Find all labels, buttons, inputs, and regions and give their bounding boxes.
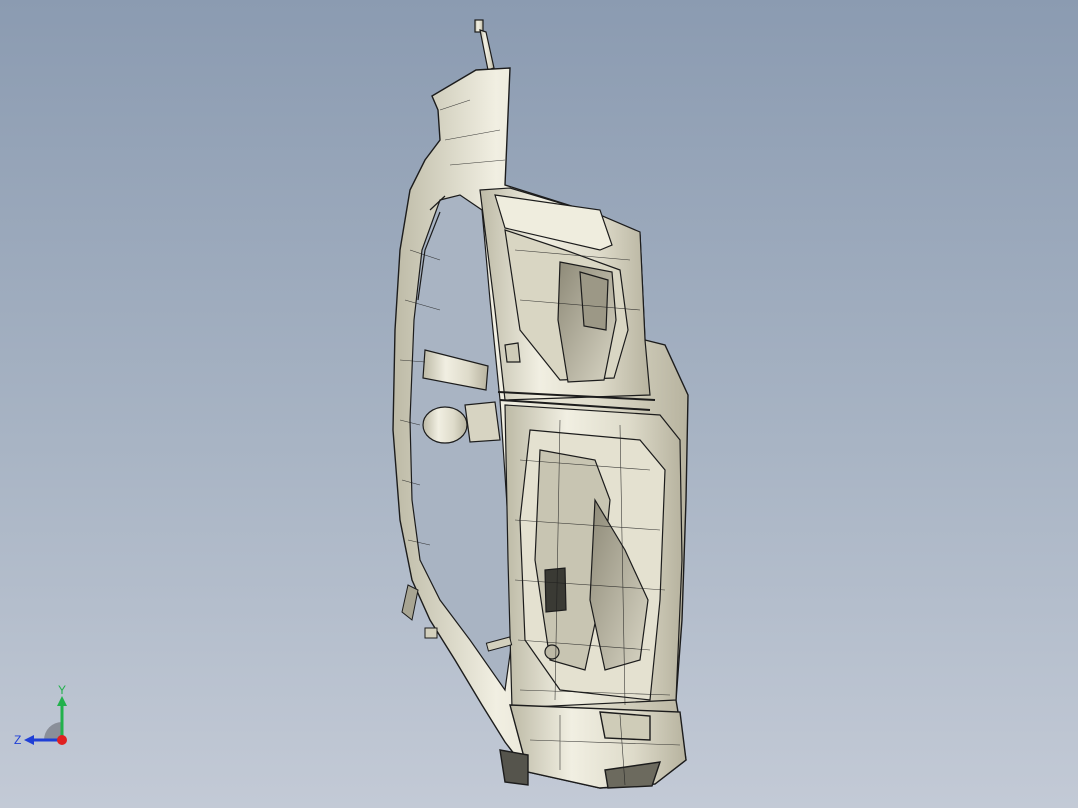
- cad-3d-viewport[interactable]: Y Z: [0, 0, 1078, 808]
- y-axis-arrow-icon: [57, 696, 67, 706]
- z-axis-label: Z: [14, 733, 21, 747]
- y-axis-label: Y: [58, 684, 66, 697]
- z-axis-arrow-icon: [24, 735, 34, 745]
- front-door-lower: [504, 404, 683, 709]
- car-body-side-panel-model[interactable]: [0, 0, 1078, 808]
- x-axis-dot-icon: [57, 735, 67, 745]
- roof-antenna: [474, 19, 495, 71]
- axis-triad: Y Z: [14, 684, 67, 747]
- rear-door-upper: [479, 187, 651, 401]
- door-sill: [499, 704, 687, 789]
